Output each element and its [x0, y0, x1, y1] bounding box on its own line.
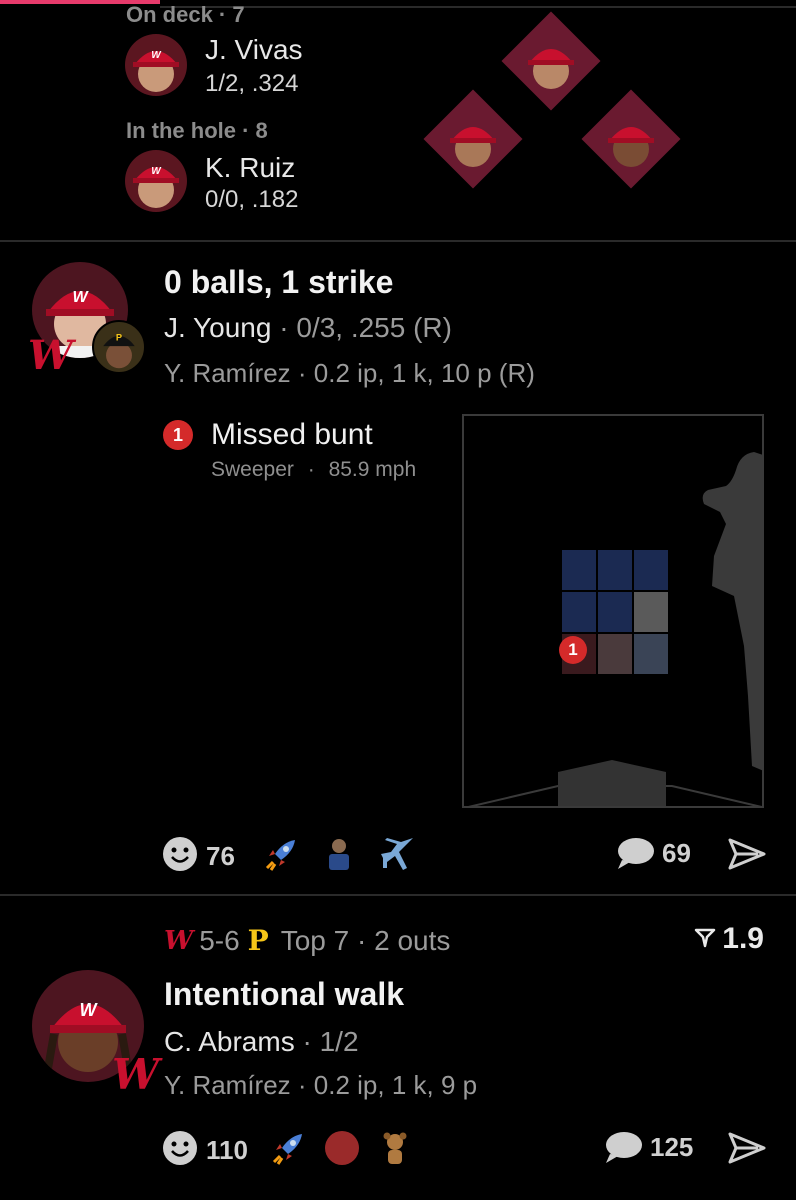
pitch-location-marker[interactable]: 1: [559, 636, 587, 664]
pitcher-line: Y. Ramírez · 0.2 ip, 1 k, 10 p (R): [164, 358, 535, 388]
comment-icon[interactable]: [604, 1130, 644, 1169]
strike-zone-panel[interactable]: 1: [462, 414, 764, 808]
pitcher-avatar[interactable]: P: [92, 320, 146, 374]
in-hole-stat: 0/0, .182: [205, 186, 299, 213]
svg-text:W: W: [151, 50, 162, 61]
on-deck-label: On deck · 7: [126, 2, 245, 27]
section-divider: [0, 240, 796, 242]
batter-stat: · 0/3, .255 (R): [279, 312, 452, 343]
pitch-number-badge: 1: [163, 420, 193, 450]
mascot-emoji-icon[interactable]: [378, 1130, 412, 1171]
pitch-speed: 85.9 mph: [328, 458, 417, 481]
zone-cell: [634, 592, 668, 632]
red-circle-icon[interactable]: [324, 1130, 360, 1171]
on-deck-name: J. Vivas: [205, 34, 303, 65]
comment-count: 125: [650, 1132, 694, 1162]
batter-name[interactable]: J. Young: [164, 312, 271, 343]
count-title: 0 balls, 1 strike: [164, 264, 394, 300]
zone-cell: [634, 550, 668, 590]
svg-text:W: W: [80, 1000, 99, 1020]
score: 5-6: [199, 924, 240, 956]
share-icon[interactable]: [728, 1132, 766, 1169]
smiley-icon[interactable]: [162, 1130, 198, 1171]
inning-info: Top 7 · 2 outs: [280, 924, 451, 956]
runner-second-base[interactable]: [501, 11, 601, 111]
pirates-logo-icon: P: [247, 924, 269, 957]
play-title: Intentional walk: [164, 976, 405, 1012]
in-hole-name: K. Ruiz: [205, 152, 296, 183]
runner-first-base[interactable]: [581, 89, 681, 189]
pitch-type: Sweeper: [211, 458, 294, 481]
top-divider: [160, 6, 796, 8]
on-deck-avatar[interactable]: W: [125, 34, 187, 96]
player-emoji-icon[interactable]: [319, 834, 359, 879]
comment-count: 69: [662, 838, 691, 868]
pitch-result: Missed bunt: [211, 418, 373, 451]
smiley-icon[interactable]: [162, 836, 198, 877]
nationals-logo-icon: W: [164, 925, 194, 956]
svg-text:W: W: [72, 289, 89, 306]
rocket-icon[interactable]: [261, 834, 301, 879]
zone-cell: [634, 634, 668, 674]
zone-cell: [598, 550, 632, 590]
in-hole-label: In the hole · 8: [126, 118, 268, 143]
pitch-separator: ·: [307, 458, 315, 481]
batter-stat: · 1/2: [302, 1026, 359, 1057]
zone-cell: [598, 592, 632, 632]
svg-text:P: P: [116, 333, 122, 343]
airplane-icon[interactable]: [377, 834, 417, 879]
reaction-count: 76: [206, 841, 235, 871]
zone-cell: [562, 550, 596, 590]
svg-text:W: W: [151, 166, 162, 177]
reaction-bar: 76: [162, 834, 417, 879]
share-icon[interactable]: [728, 838, 766, 875]
flag-icon: [694, 922, 716, 956]
in-hole-avatar[interactable]: W: [125, 150, 187, 212]
batter-line: J. Young · 0/3, .255 (R): [164, 312, 452, 344]
game-status-row: W 5-6 P Top 7 · 2 outs: [164, 924, 450, 957]
batter-line: C. Abrams · 1/2: [164, 1026, 359, 1058]
pitcher-line: Y. Ramírez · 0.2 ip, 1 k, 9 p: [164, 1070, 478, 1100]
comment-icon[interactable]: [616, 836, 656, 875]
reaction-bar: 110: [162, 1128, 412, 1173]
nationals-logo-icon: W: [112, 1050, 160, 1099]
win-probability-value: 1.9: [722, 922, 764, 955]
zone-cell: [598, 634, 632, 674]
batter-name[interactable]: C. Abrams: [164, 1026, 295, 1057]
reaction-count: 110: [206, 1135, 248, 1165]
pitch-details: Sweeper · 85.9 mph: [211, 458, 416, 482]
win-probability-delta[interactable]: 1.9: [694, 922, 764, 956]
nationals-logo-icon: W: [28, 332, 73, 379]
on-deck-stat: 1/2, .324: [205, 70, 299, 97]
rocket-icon[interactable]: [268, 1128, 308, 1173]
section-divider: [0, 894, 796, 896]
runner-third-base[interactable]: [423, 89, 523, 189]
zone-cell: [562, 592, 596, 632]
